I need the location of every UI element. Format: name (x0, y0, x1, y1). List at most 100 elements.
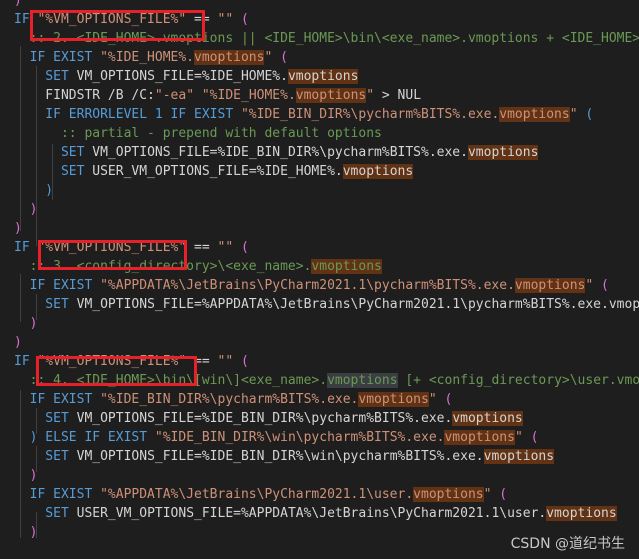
code-token: "%IDE_HOME%. (100, 50, 195, 65)
code-token: vmoptions (483, 449, 555, 464)
code-line[interactable]: SET VM_OPTIONS_FILE=%IDE_BIN_DIR%\pychar… (14, 143, 539, 162)
indent-guide (36, 294, 37, 320)
code-token: "%IDE_BIN_DIR%\pycharm%BITS%.exe. (100, 392, 359, 407)
code-token: " (514, 430, 523, 445)
code-token: ) (14, 316, 38, 331)
code-token: IF (14, 354, 38, 369)
indent-guide (36, 512, 37, 538)
code-line[interactable]: IF EXIST "%IDE_HOME%.vmoptions" ( (14, 48, 288, 67)
code-token: :: partial - prepend with default option… (14, 126, 382, 141)
indent-guide (52, 144, 53, 200)
code-token: SET (14, 411, 77, 426)
code-line[interactable]: SET VM_OPTIONS_FILE=%IDE_BIN_DIR%\win\py… (14, 447, 555, 466)
indent-guide (20, 390, 21, 538)
code-token: SET (14, 69, 77, 84)
code-token: ( (577, 107, 594, 122)
code-token: ) (14, 0, 22, 8)
code-token: vmoptions (467, 145, 539, 160)
code-token: ( (522, 430, 539, 445)
code-token: "" (217, 240, 234, 255)
code-token: "%IDE_BIN_DIR%\pycharm%BITS%.exe. (240, 107, 500, 122)
code-token: vmoptions (327, 373, 398, 388)
code-line[interactable]: ) ELSE IF EXIST "%IDE_BIN_DIR%\win\pycha… (14, 428, 538, 447)
code-token: vmoptions (194, 50, 265, 65)
code-token: "" (217, 12, 234, 27)
indent-guide (36, 66, 37, 246)
code-token: vmoptions (342, 164, 414, 179)
code-line[interactable]: ) (14, 314, 38, 333)
code-token: " (428, 392, 437, 407)
code-token: vmoptions (311, 259, 382, 274)
code-token: IF EXIST (14, 50, 101, 65)
code-token: SET (14, 145, 93, 160)
code-token: ( (233, 12, 249, 27)
indent-guide (36, 446, 37, 472)
code-token: ( (233, 240, 249, 255)
code-editor[interactable]: ) IF "%VM_OPTIONS_FILE%" == "" ( :: 2. <I… (0, 0, 639, 559)
code-line[interactable]: :: partial - prepend with default option… (14, 124, 382, 143)
code-line[interactable]: IF EXIST "%IDE_BIN_DIR%\pycharm%BITS%.ex… (14, 390, 452, 409)
code-token: "-ea" (154, 88, 195, 103)
code-token: USER_VM_OPTIONS_FILE=%IDE_HOME%. (92, 164, 343, 179)
code-line[interactable]: SET USER_VM_OPTIONS_FILE=%APPDATA%\JetBr… (14, 504, 617, 523)
code-line[interactable]: SET VM_OPTIONS_FILE=%IDE_HOME%.vmoptions (14, 67, 359, 86)
code-token: VM_OPTIONS_FILE=%IDE_BIN_DIR%\pycharm%BI… (92, 145, 468, 160)
code-token: ) (14, 335, 22, 350)
code-token: ( (436, 392, 453, 407)
code-token: VM_OPTIONS_FILE=%IDE_BIN_DIR%\win\pychar… (76, 449, 484, 464)
code-token: "%IDE_BIN_DIR%\win\pycharm%BITS%.exe. (154, 430, 445, 445)
highlight-box-1 (30, 10, 205, 41)
code-token: "" (217, 354, 234, 369)
indent-guide (20, 274, 21, 322)
code-token: IF EXIST (14, 278, 101, 293)
code-line[interactable]: SET VM_OPTIONS_FILE=%APPDATA%\JetBrains\… (14, 295, 639, 314)
indent-guide (36, 408, 37, 434)
code-token: [+ <config_directory>\user.vmopt (397, 373, 639, 388)
code-token: vmoptions (499, 107, 570, 122)
code-line[interactable]: ) (14, 523, 38, 542)
code-token: > NUL (374, 88, 422, 103)
code-token: vmoptions (358, 392, 429, 407)
code-token: vmoptions (452, 411, 523, 426)
code-token: ) (14, 468, 38, 483)
code-token: vmoptions (546, 506, 617, 521)
code-token: vmoptions (514, 278, 586, 293)
code-token: "%APPDATA%\JetBrains\PyCharm2021.1\user. (100, 487, 414, 502)
code-line[interactable]: ) (14, 0, 22, 10)
code-line[interactable]: IF ERRORLEVEL 1 IF EXIST "%IDE_BIN_DIR%\… (14, 105, 593, 124)
code-token: ) (14, 525, 38, 540)
code-token: "%IDE_HOME%. (201, 88, 296, 103)
code-token: ( (593, 278, 609, 293)
code-token: == (186, 240, 218, 255)
code-token: IF (14, 240, 38, 255)
code-token: ) (14, 202, 38, 217)
code-token: IF EXIST (14, 487, 101, 502)
code-token: vmoptions (295, 88, 367, 103)
code-line[interactable]: SET VM_OPTIONS_FILE=%IDE_BIN_DIR%\pychar… (14, 409, 523, 428)
highlight-box-2 (38, 240, 187, 270)
code-token: vmoptions (287, 69, 359, 84)
code-line[interactable]: SET USER_VM_OPTIONS_FILE=%IDE_HOME%.vmop… (14, 162, 414, 181)
code-line[interactable]: ) (14, 466, 38, 485)
code-token: IF EXIST (14, 392, 101, 407)
code-token: VM_OPTIONS_FILE=%IDE_BIN_DIR%\pycharm%BI… (76, 411, 453, 426)
highlight-box-3 (36, 356, 197, 386)
code-token: " (366, 88, 375, 103)
code-token: SET (14, 506, 77, 521)
code-line[interactable]: IF EXIST "%APPDATA%\JetBrains\PyCharm202… (14, 485, 507, 504)
indent-guide (20, 46, 21, 231)
code-token: IF ERRORLEVEL 1 IF EXIST (14, 107, 241, 122)
code-token: VM_OPTIONS_FILE=%APPDATA%\JetBrains\PyCh… (76, 297, 639, 312)
code-line[interactable]: ) (14, 200, 38, 219)
code-token: SET (14, 164, 93, 179)
code-token: ( (491, 487, 508, 502)
code-line[interactable]: IF EXIST "%APPDATA%\JetBrains\PyCharm202… (14, 276, 609, 295)
code-token: ( (272, 50, 288, 65)
code-token: "%APPDATA%\JetBrains\PyCharm2021.1\pycha… (100, 278, 515, 293)
code-line[interactable]: ) (14, 333, 22, 352)
watermark: CSDN @道纪书生 (510, 536, 625, 552)
code-token: ( (233, 354, 249, 369)
code-line[interactable]: FINDSTR /B /C:"-ea" "%IDE_HOME%.vmoption… (14, 86, 421, 105)
code-token: VM_OPTIONS_FILE=%IDE_HOME%. (76, 69, 288, 84)
